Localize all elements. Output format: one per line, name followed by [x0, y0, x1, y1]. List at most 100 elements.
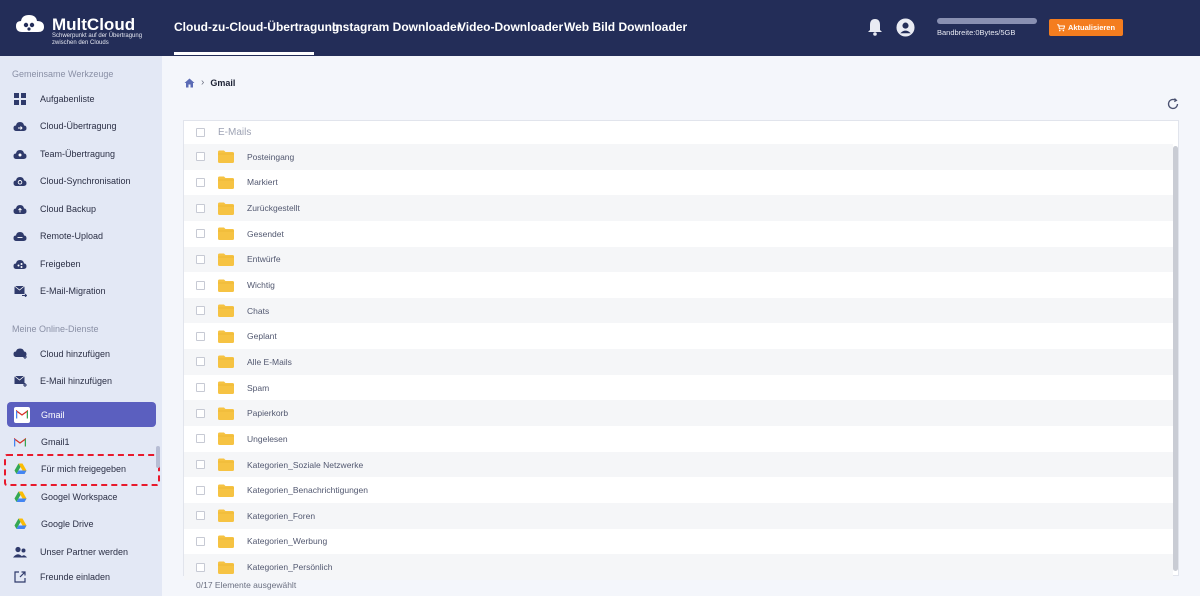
sidebar-item-label: E-Mail-Migration [40, 286, 106, 296]
list-item[interactable]: Geplant [184, 323, 1173, 349]
list-item[interactable]: Gesendet [184, 221, 1173, 247]
user-avatar-icon[interactable] [896, 18, 915, 37]
folder-name: Alle E-Mails [247, 356, 292, 367]
nav-web-image-downloader[interactable]: Web Bild Downloader [564, 20, 687, 34]
list-item[interactable]: Spam [184, 375, 1173, 401]
row-checkbox[interactable] [196, 280, 205, 290]
list-item[interactable]: Markiert [184, 170, 1173, 196]
sidebar-item-cloud-sync[interactable]: Cloud-Synchronisation [0, 168, 162, 194]
row-checkbox[interactable] [196, 562, 205, 572]
multcloud-logo-icon[interactable] [14, 12, 46, 36]
sidebar-scrollbar[interactable] [156, 446, 160, 468]
sidebar: Gemeinsame Werkzeuge Aufgabenliste Cloud… [0, 56, 162, 596]
home-icon[interactable] [184, 78, 195, 88]
sidebar-item-add-email[interactable]: E-Mail hinzufügen [0, 368, 162, 394]
list-item[interactable]: Kategorien_Persönlich [184, 554, 1173, 580]
section-title-tools: Gemeinsame Werkzeuge [12, 69, 114, 79]
folder-name: Kategorien_Soziale Netzwerke [247, 459, 364, 470]
list-item[interactable]: Alle E-Mails [184, 349, 1173, 375]
folder-icon [218, 355, 234, 369]
top-bar: MultCloud Schwerpunkt auf der Übertragun… [0, 0, 1200, 56]
brand-name[interactable]: MultCloud [52, 15, 135, 35]
email-migration-icon [13, 284, 27, 298]
list-item[interactable]: Posteingang [184, 144, 1173, 170]
list-item[interactable]: Entwürfe [184, 246, 1173, 273]
folder-icon [218, 227, 234, 241]
folder-icon [218, 407, 234, 420]
folder-name: Wichtig [247, 280, 275, 291]
upgrade-button[interactable]: Aktualisieren [1049, 19, 1123, 36]
list-item[interactable]: Kategorien_Soziale Netzwerke [184, 451, 1173, 478]
sidebar-item-gmail[interactable]: Gmail [7, 402, 156, 427]
sidebar-item-become-partner[interactable]: Unser Partner werden [0, 539, 162, 565]
list-item[interactable]: Kategorien_Benachrichtigungen [184, 477, 1173, 503]
row-checkbox[interactable] [196, 434, 205, 444]
cloud-sync-icon [13, 174, 27, 188]
sidebar-item-label: Cloud Backup [40, 204, 97, 214]
list-item[interactable]: Wichtig [184, 272, 1173, 298]
row-checkbox[interactable] [196, 229, 205, 239]
row-checkbox[interactable] [196, 306, 205, 316]
row-checkbox[interactable] [196, 357, 205, 367]
refresh-icon[interactable] [1167, 98, 1179, 110]
list-item[interactable]: Papierkorb [184, 400, 1173, 427]
sidebar-item-task-list[interactable]: Aufgabenliste [0, 86, 162, 112]
nav-video-downloader[interactable]: Video-Downloader [458, 20, 563, 34]
row-checkbox[interactable] [196, 383, 205, 393]
folder-name: Kategorien_Benachrichtigungen [247, 485, 368, 496]
row-checkbox[interactable] [196, 536, 205, 546]
bandwidth-progress-bar [937, 18, 1037, 24]
gmail-icon [13, 435, 27, 449]
nav-cloud-transfer[interactable]: Cloud-zu-Cloud-Übertragung [174, 20, 339, 34]
list-item[interactable]: Ungelesen [184, 426, 1173, 452]
folder-icon [218, 509, 234, 523]
folder-name: Gesendet [247, 228, 284, 239]
row-checkbox[interactable] [196, 511, 205, 521]
bell-icon[interactable] [867, 18, 883, 36]
folder-name: Papierkorb [247, 408, 289, 419]
nav-instagram-downloader[interactable]: Instagram Downloader [332, 20, 461, 34]
sidebar-item-remote-upload[interactable]: Remote-Upload [0, 223, 162, 249]
sidebar-item-add-cloud[interactable]: Cloud hinzufügen [0, 341, 162, 367]
google-drive-icon [13, 517, 27, 531]
folder-icon [218, 253, 234, 266]
row-checkbox[interactable] [196, 485, 205, 495]
sidebar-item-cloud-transfer[interactable]: Cloud-Übertragung [0, 113, 162, 139]
list-item[interactable]: Zurückgestellt [184, 195, 1173, 221]
list-item[interactable]: Kategorien_Werbung [184, 529, 1173, 555]
row-checkbox[interactable] [196, 152, 205, 162]
row-checkbox[interactable] [196, 408, 205, 418]
sidebar-item-google-drive[interactable]: Google Drive [0, 511, 162, 537]
sidebar-item-gmail1[interactable]: Gmail1 [0, 429, 162, 455]
sidebar-item-google-workspace[interactable]: Googel Workspace [0, 484, 162, 510]
list-scrollbar[interactable] [1173, 146, 1178, 571]
sidebar-item-label: Freunde einladen [40, 572, 111, 582]
cart-icon [1056, 23, 1065, 31]
row-checkbox[interactable] [196, 203, 205, 213]
row-checkbox[interactable] [196, 177, 205, 187]
folder-name: Geplant [247, 331, 277, 342]
list-header-label: E-Mails [218, 126, 252, 138]
sidebar-item-label: Remote-Upload [40, 231, 104, 241]
sidebar-item-email-migration[interactable]: E-Mail-Migration [0, 278, 162, 304]
list-item[interactable]: Chats [184, 297, 1173, 324]
folder-name: Markiert [247, 177, 278, 188]
sidebar-item-label: Gmail1 [41, 437, 70, 447]
row-checkbox[interactable] [196, 254, 205, 264]
folder-icon [218, 279, 234, 292]
sidebar-item-invite-friends[interactable]: Freunde einladen [0, 564, 162, 590]
sidebar-item-label: Team-Übertragung [40, 149, 116, 159]
sidebar-item-shared-with-me[interactable]: Für mich freigegeben [0, 456, 162, 482]
folder-icon [218, 432, 234, 446]
row-checkbox[interactable] [196, 331, 205, 341]
folder-icon [218, 150, 234, 164]
list-item[interactable]: Kategorien_Foren [184, 502, 1173, 529]
row-checkbox[interactable] [196, 460, 205, 469]
sidebar-item-cloud-backup[interactable]: Cloud Backup [0, 196, 162, 222]
sidebar-item-share[interactable]: Freigeben [0, 251, 162, 277]
select-all-checkbox[interactable] [196, 127, 205, 137]
sidebar-item-team-transfer[interactable]: Team-Übertragung [0, 141, 162, 167]
sidebar-item-label: Für mich freigegeben [41, 464, 127, 474]
folder-name: Kategorien_Foren [247, 510, 316, 521]
cloud-backup-icon [13, 202, 27, 216]
